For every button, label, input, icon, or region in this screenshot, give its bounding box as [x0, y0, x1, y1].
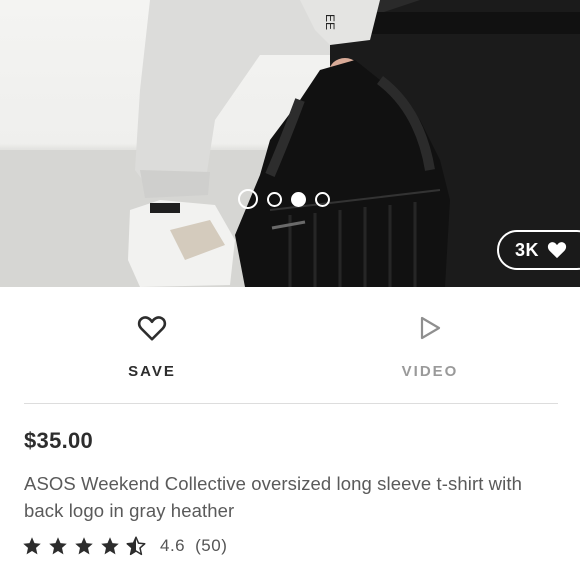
product-price: $35.00	[24, 428, 94, 453]
carousel-dot[interactable]	[315, 191, 330, 207]
svg-text:EE: EE	[323, 14, 337, 30]
heart-outline-icon	[137, 313, 167, 343]
save-button[interactable]: SAVE	[24, 287, 280, 404]
rating-stars	[22, 536, 146, 556]
carousel-dot[interactable]	[267, 191, 282, 207]
play-outline-icon	[415, 313, 445, 343]
product-rating[interactable]: 4.6 (50)	[22, 536, 227, 556]
like-count-badge[interactable]: 3K	[497, 230, 580, 270]
rating-count: (50)	[195, 536, 228, 555]
product-photo[interactable]: EE 3K	[0, 0, 580, 287]
star-full-icon	[23, 537, 41, 555]
product-photo-scene: EE	[0, 0, 580, 287]
carousel-dots[interactable]	[238, 189, 330, 209]
rating-value: 4.6	[160, 536, 186, 555]
star-full-icon	[49, 537, 67, 555]
carousel-dot[interactable]	[238, 189, 258, 209]
product-title: ASOS Weekend Collective oversized long s…	[24, 473, 522, 521]
star-full-icon	[101, 537, 119, 555]
like-count: 3K	[515, 239, 540, 260]
action-row: SAVE VIDEO	[24, 287, 558, 404]
save-label: SAVE	[128, 363, 176, 380]
divider	[24, 403, 558, 404]
star-full-icon	[75, 537, 93, 555]
heart-icon	[547, 242, 567, 259]
video-label: VIDEO	[401, 363, 459, 380]
star-half-icon	[126, 536, 146, 556]
carousel-dot-active[interactable]	[291, 191, 306, 207]
video-button[interactable]: VIDEO	[302, 287, 558, 404]
